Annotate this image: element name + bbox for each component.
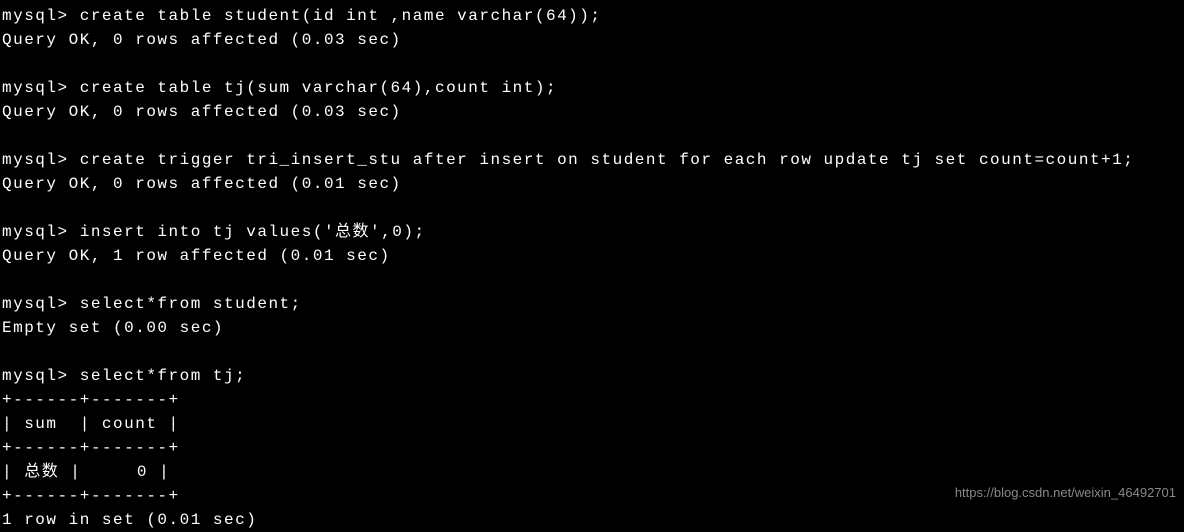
- result-line: Query OK, 0 rows affected (0.01 sec): [2, 172, 1182, 196]
- blank-line: [2, 52, 1182, 76]
- table-border: +------+-------+: [2, 388, 1182, 412]
- table-row: | 总数 | 0 |: [2, 460, 1182, 484]
- table-header: | sum | count |: [2, 412, 1182, 436]
- prompt-line: mysql> select*from tj;: [2, 364, 1182, 388]
- blank-line: [2, 268, 1182, 292]
- result-line: Query OK, 0 rows affected (0.03 sec): [2, 28, 1182, 52]
- result-line: 1 row in set (0.01 sec): [2, 508, 1182, 532]
- prompt-line: mysql> insert into tj values('总数',0);: [2, 220, 1182, 244]
- blank-line: [2, 340, 1182, 364]
- blank-line: [2, 124, 1182, 148]
- prompt-line: mysql> create trigger tri_insert_stu aft…: [2, 148, 1182, 172]
- prompt-line: mysql> select*from student;: [2, 292, 1182, 316]
- terminal-output[interactable]: mysql> create table student(id int ,name…: [2, 4, 1182, 532]
- result-line: Query OK, 0 rows affected (0.03 sec): [2, 100, 1182, 124]
- prompt-line: mysql> create table student(id int ,name…: [2, 4, 1182, 28]
- watermark-text: https://blog.csdn.net/weixin_46492701: [955, 483, 1176, 503]
- result-line: Query OK, 1 row affected (0.01 sec): [2, 244, 1182, 268]
- result-line: Empty set (0.00 sec): [2, 316, 1182, 340]
- prompt-line: mysql> create table tj(sum varchar(64),c…: [2, 76, 1182, 100]
- table-border: +------+-------+: [2, 436, 1182, 460]
- blank-line: [2, 196, 1182, 220]
